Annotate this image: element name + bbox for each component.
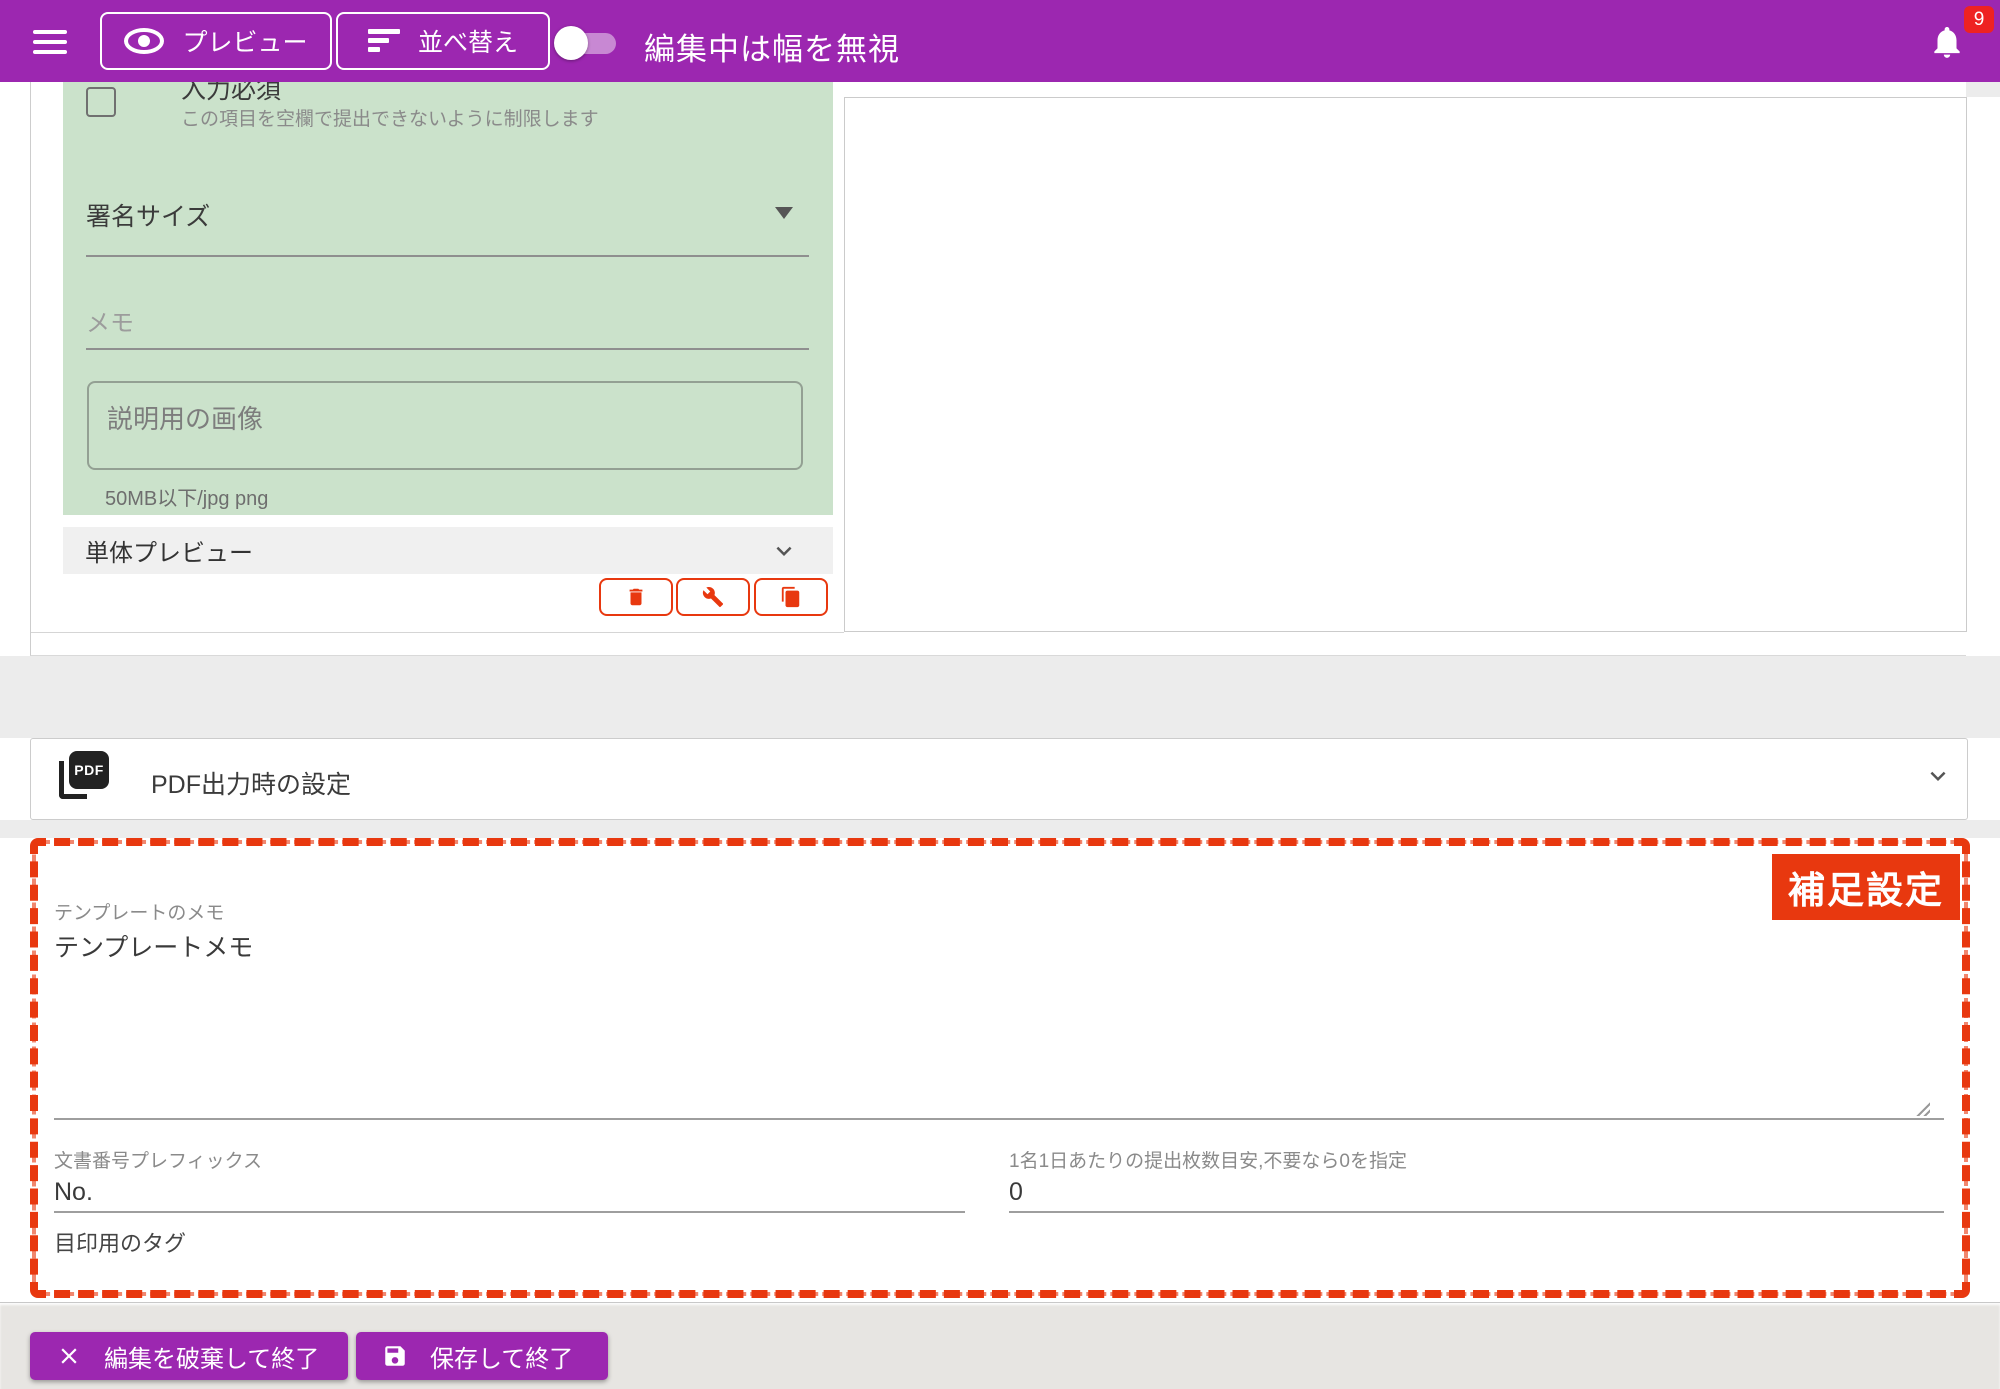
chevron-down-icon [1923, 761, 1953, 791]
memo-input[interactable]: メモ [86, 303, 134, 338]
app-bar: プレビュー 並べ替え 編集中は幅を無視 9 [0, 0, 2000, 82]
divider [31, 632, 844, 633]
required-checkbox[interactable] [86, 87, 116, 117]
ignore-width-toggle-label: 編集中は幅を無視 [644, 24, 900, 69]
pdf-settings-card[interactable]: PDF PDF出力時の設定 [30, 738, 1968, 820]
underline [54, 1211, 965, 1213]
single-preview-header[interactable]: 単体プレビュー [63, 527, 833, 574]
single-preview-label: 単体プレビュー [85, 533, 253, 568]
doc-prefix-input[interactable]: No. [54, 1178, 93, 1207]
doc-prefix-label: 文書番号プレフィックス [54, 1146, 262, 1173]
preview-label: プレビュー [182, 23, 307, 59]
discard-and-exit-button[interactable]: 編集を破棄して終了 [30, 1332, 348, 1380]
notification-count-badge: 9 [1964, 6, 1994, 33]
dropdown-caret-icon [775, 207, 793, 219]
underline [1009, 1211, 1944, 1213]
preview-button[interactable]: プレビュー [100, 12, 332, 70]
pdf-icon: PDF [59, 751, 109, 803]
eye-icon [124, 28, 164, 54]
trash-icon [625, 586, 647, 608]
sort-button[interactable]: 並べ替え [336, 12, 550, 70]
sort-label: 並べ替え [418, 23, 518, 59]
daily-quota-input[interactable]: 0 [1009, 1178, 1023, 1207]
preview-pane [844, 97, 1967, 632]
gutter-2 [0, 820, 2000, 838]
duplicate-field-button[interactable] [754, 578, 828, 616]
gutter-1 [0, 656, 2000, 738]
underline [54, 1118, 1944, 1120]
notification-bell-icon[interactable] [1928, 22, 1966, 62]
required-description: この項目を空欄で提出できないように制限します [181, 104, 599, 131]
chevron-down-icon [769, 536, 799, 566]
description-image-upload[interactable]: 説明用の画像 [87, 381, 803, 470]
configure-field-button[interactable] [676, 578, 750, 616]
template-memo-textarea[interactable]: テンプレートメモ [54, 928, 253, 964]
delete-field-button[interactable] [599, 578, 673, 616]
daily-quota-label: 1名1日あたりの提出枚数目安,不要なら0を指定 [1009, 1146, 1407, 1173]
image-placeholder: 説明用の画像 [107, 399, 263, 436]
ignore-width-toggle[interactable] [554, 26, 616, 60]
image-hint: 50MB以下/jpg png [105, 482, 268, 511]
tag-input[interactable]: 目印用のタグ [54, 1226, 186, 1258]
save-label: 保存して終了 [430, 1339, 573, 1374]
save-and-exit-button[interactable]: 保存して終了 [356, 1332, 608, 1380]
menu-icon[interactable] [33, 30, 67, 54]
wrench-icon [702, 586, 724, 608]
field-settings-panel: 入力必須 この項目を空欄で提出できないように制限します 署名サイズ メモ 説明用… [63, 82, 833, 515]
field-editor-card: 入力必須 この項目を空欄で提出できないように制限します 署名サイズ メモ 説明用… [30, 82, 1966, 656]
footer-bar: 編集を破棄して終了 保存して終了 [0, 1302, 2000, 1389]
sort-icon [368, 29, 400, 53]
supplement-settings-section: 補足設定 テンプレートのメモ テンプレートメモ 文書番号プレフィックス No. … [30, 838, 1970, 1298]
signature-size-select[interactable]: 署名サイズ [63, 192, 833, 262]
resize-grip[interactable] [1914, 1100, 1930, 1116]
underline [86, 348, 809, 350]
supplement-badge: 補足設定 [1772, 854, 1960, 920]
copy-icon [780, 586, 802, 608]
template-editor-page: 入力必須 この項目を空欄で提出できないように制限します 署名サイズ メモ 説明用… [0, 0, 2000, 1389]
save-icon [382, 1343, 408, 1369]
close-icon [56, 1343, 82, 1369]
underline [86, 255, 809, 257]
template-memo-label: テンプレートのメモ [54, 898, 224, 925]
discard-label: 編集を破棄して終了 [104, 1339, 319, 1374]
signature-size-label: 署名サイズ [86, 197, 210, 233]
pdf-settings-title: PDF出力時の設定 [151, 765, 351, 801]
